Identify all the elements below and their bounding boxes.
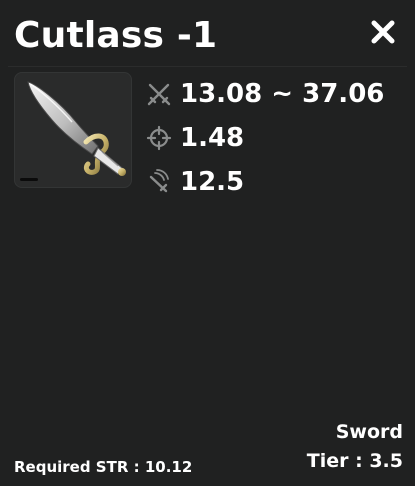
stats-list: 13.08 ~ 37.06 1.48 12.5	[146, 72, 384, 204]
item-image-frame	[14, 72, 132, 188]
close-button[interactable]	[369, 18, 397, 46]
item-name: Cutlass -1	[14, 15, 218, 56]
accuracy-value: 1.48	[180, 123, 245, 153]
close-icon	[371, 20, 395, 44]
item-tooltip-panel: Cutlass -1 13.08 ~ 37.06 1.48 12.5 Requi…	[0, 0, 415, 486]
speed-value: 12.5	[180, 167, 245, 197]
item-classification: Sword Tier : 3.5	[307, 418, 403, 476]
header-divider	[8, 66, 407, 67]
stat-accuracy: 1.48	[146, 116, 384, 160]
damage-value: 13.08 ~ 37.06	[180, 79, 385, 109]
crosshair-icon	[146, 125, 172, 151]
cutlass-sword-image	[20, 81, 126, 181]
required-str: Required STR : 10.12	[14, 458, 193, 476]
stat-damage: 13.08 ~ 37.06	[146, 72, 384, 116]
item-type: Sword	[335, 421, 403, 443]
sword-speed-icon	[146, 169, 172, 195]
crossed-swords-icon	[146, 81, 172, 107]
item-tier: Tier : 3.5	[306, 450, 403, 472]
stat-speed: 12.5	[146, 160, 384, 204]
